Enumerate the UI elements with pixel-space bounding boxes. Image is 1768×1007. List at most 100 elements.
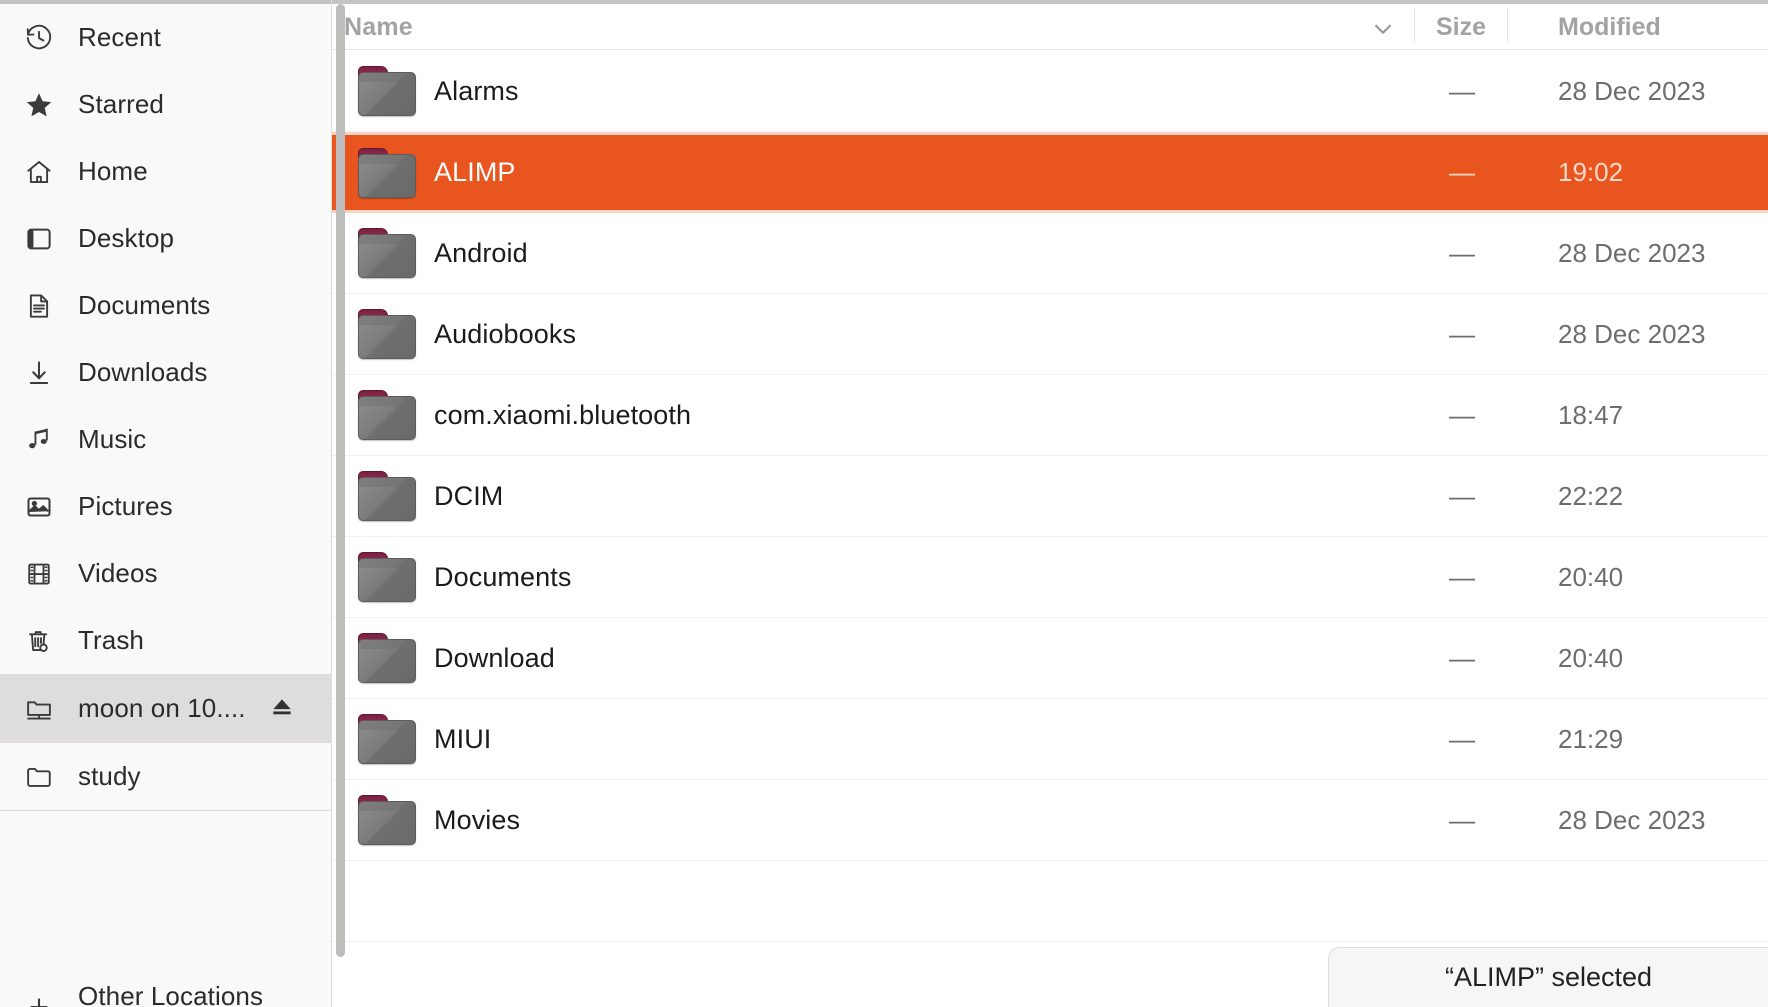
star-icon (22, 88, 56, 122)
cell-size: — (1449, 318, 1475, 349)
table-row[interactable]: Documents — 20:40 (332, 537, 1768, 618)
film-icon (22, 557, 56, 591)
sidebar-item-study[interactable]: study (0, 743, 331, 810)
cell-modified: 18:47 (1558, 399, 1624, 430)
column-header-size[interactable]: Size (1415, 0, 1507, 49)
column-header-modified-label: Modified (1558, 13, 1661, 41)
table-row[interactable]: MIUI — 21:29 (332, 699, 1768, 780)
cell-name: Download (332, 633, 1416, 683)
cell-size: — (1449, 561, 1475, 592)
chevron-down-icon[interactable] (1368, 12, 1398, 44)
cell-name: ALIMP (332, 147, 1416, 198)
cell-modified: 21:29 (1558, 723, 1624, 754)
cell-name: Alarms (332, 66, 1416, 116)
column-header-name[interactable]: Name (332, 0, 1414, 49)
folder-icon (358, 714, 416, 764)
folder-icon (358, 66, 416, 116)
sidebar-item-moon-device[interactable]: moon on 10.... (0, 675, 331, 742)
folder-icon (358, 390, 416, 440)
sidebar-item-starred[interactable]: Starred (0, 71, 331, 138)
file-name-label: Movies (434, 804, 521, 835)
cell-modified: 19:02 (1558, 157, 1624, 187)
table-row[interactable]: Download — 20:40 (332, 618, 1768, 699)
column-header-name-label: Name (344, 13, 413, 41)
cell-name: Android (332, 228, 1416, 278)
document-icon (22, 289, 56, 323)
column-header-modified[interactable]: Modified (1508, 0, 1768, 49)
file-name-label: Alarms (434, 75, 519, 106)
file-rows-container: Alarms — 28 Dec 2023 ALIMP — 19:02 Android — 28 … (332, 51, 1768, 1007)
cell-name: MIUI (332, 714, 1416, 764)
sidebar-item-recent[interactable]: Recent (0, 4, 331, 71)
sidebar-item-label: Documents (78, 290, 211, 320)
sidebar-item-other-locations[interactable]: Other Locations (0, 981, 331, 1007)
cell-size: — (1449, 237, 1475, 268)
sidebar-item-label: Recent (78, 22, 161, 52)
sidebar-places-group: Recent Starred Home Desktop Documents Do… (0, 0, 331, 674)
cell-modified: 28 Dec 2023 (1558, 75, 1706, 106)
folder-icon (358, 552, 416, 602)
column-header-row: Name Size Modified (332, 0, 1768, 50)
cell-name: Audiobooks (332, 309, 1416, 359)
cell-name: Documents (332, 552, 1416, 602)
folder-icon (358, 147, 416, 198)
eject-icon[interactable] (269, 693, 295, 724)
cell-name: DCIM (332, 471, 1416, 521)
music-note-icon (22, 423, 56, 457)
table-row[interactable]: DCIM — 22:22 (332, 456, 1768, 537)
status-text: “ALIMP” selected (1444, 962, 1653, 992)
vertical-scrollbar[interactable] (336, 4, 345, 957)
sidebar-item-label: moon on 10.... (78, 693, 246, 723)
cell-modified: 28 Dec 2023 (1558, 237, 1706, 268)
cell-name: Movies (332, 795, 1416, 845)
cell-size: — (1449, 804, 1475, 835)
folder-icon (358, 309, 416, 359)
status-badge: “ALIMP” selected (1328, 947, 1768, 1007)
sidebar-item-pictures[interactable]: Pictures (0, 473, 331, 540)
sidebar: Recent Starred Home Desktop Documents Do… (0, 0, 332, 1007)
network-folder-icon (22, 692, 56, 726)
table-row[interactable]: Movies — 28 Dec 2023 (332, 780, 1768, 861)
folder-icon (358, 228, 416, 278)
trash-icon (22, 624, 56, 658)
sidebar-item-desktop[interactable]: Desktop (0, 205, 331, 272)
sidebar-item-label: Starred (78, 89, 164, 119)
cell-size: — (1449, 723, 1475, 754)
sidebar-item-music[interactable]: Music (0, 406, 331, 473)
sidebar-item-label: Videos (78, 558, 158, 588)
folder-icon (358, 795, 416, 845)
clock-history-icon (22, 21, 56, 55)
cell-size: — (1449, 642, 1475, 673)
scrollbar-thumb[interactable] (336, 4, 345, 957)
table-row[interactable]: com.xiaomi.bluetooth — 18:47 (332, 375, 1768, 456)
plus-icon (22, 981, 56, 1007)
sidebar-item-label: Downloads (78, 357, 208, 387)
sidebar-item-label: study (78, 761, 141, 791)
file-name-label: Android (434, 237, 528, 268)
table-row[interactable]: Audiobooks — 28 Dec 2023 (332, 294, 1768, 375)
cell-size: — (1449, 157, 1475, 187)
file-name-label: Audiobooks (434, 318, 577, 349)
picture-icon (22, 490, 56, 524)
sidebar-item-downloads[interactable]: Downloads (0, 339, 331, 406)
sidebar-item-videos[interactable]: Videos (0, 540, 331, 607)
file-name-label: com.xiaomi.bluetooth (434, 399, 692, 430)
download-arrow-icon (22, 356, 56, 390)
file-name-label: Documents (434, 561, 572, 592)
sidebar-item-label: Other Locations (78, 981, 264, 1007)
folder-icon (358, 471, 416, 521)
sidebar-item-trash[interactable]: Trash (0, 607, 331, 674)
sidebar-item-label: Home (78, 156, 148, 186)
table-row[interactable]: Android — 28 Dec 2023 (332, 213, 1768, 294)
sidebar-item-home[interactable]: Home (0, 138, 331, 205)
cell-size: — (1449, 75, 1475, 106)
cell-size: — (1449, 480, 1475, 511)
sidebar-divider (0, 810, 331, 811)
sidebar-item-documents[interactable]: Documents (0, 272, 331, 339)
table-row[interactable]: Alarms — 28 Dec 2023 (332, 51, 1768, 132)
table-row[interactable] (332, 861, 1768, 942)
cell-modified: 20:40 (1558, 642, 1624, 673)
file-manager-window: Recent Starred Home Desktop Documents Do… (0, 0, 1768, 1007)
sidebar-item-label: Trash (78, 625, 144, 655)
table-row[interactable]: ALIMP — 19:02 (332, 132, 1768, 213)
